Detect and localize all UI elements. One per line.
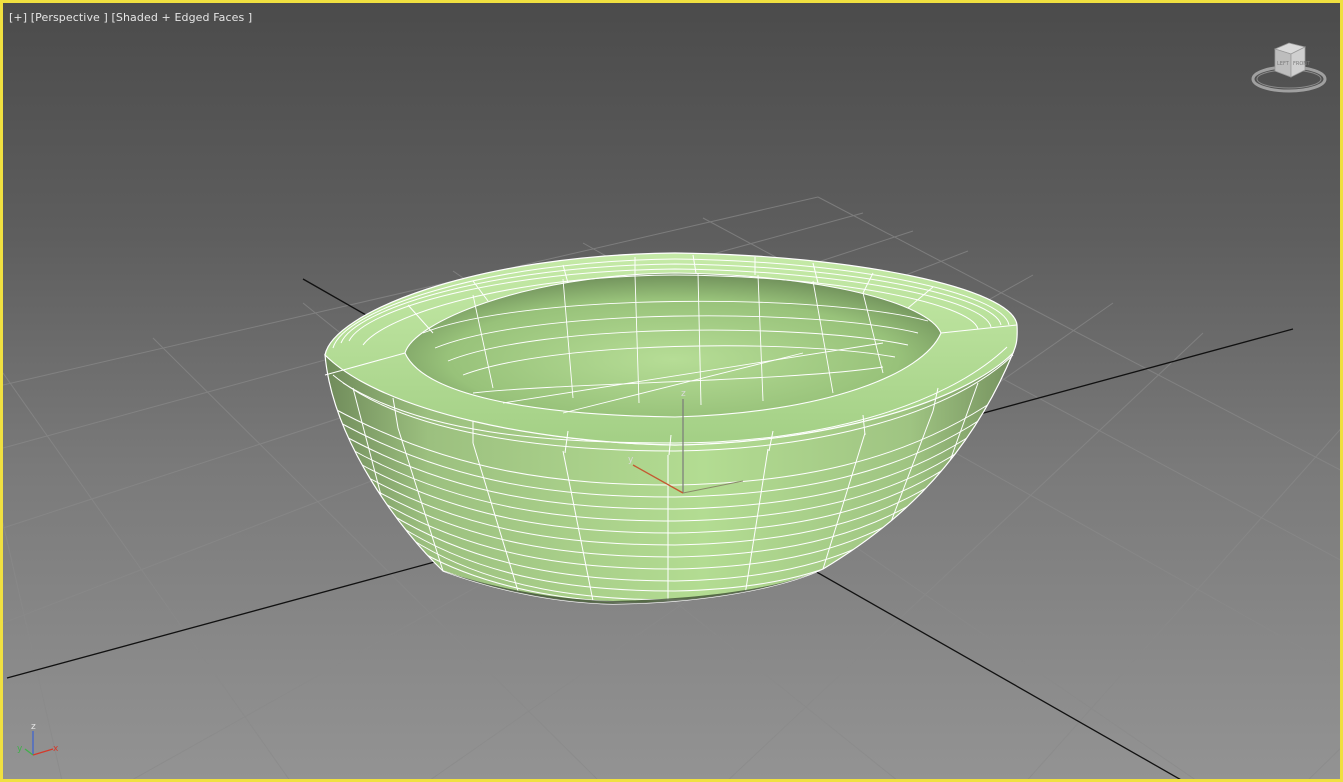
viewcube-icon[interactable]: LEFT FRONT: [1251, 41, 1327, 97]
perspective-viewport[interactable]: z y [+] [Perspective ] [Shaded + Edged F…: [0, 0, 1343, 782]
tripod-y-axis: [24, 748, 34, 756]
viewport-view-menu[interactable]: [Perspective ]: [31, 11, 108, 24]
tripod-y-label: y: [17, 744, 23, 754]
gizmo-y-label: y: [628, 455, 634, 465]
gizmo-z-label: z: [681, 389, 686, 399]
viewport-shading-menu[interactable]: [Shaded + Edged Faces ]: [112, 11, 253, 24]
tripod-z-label: z: [31, 722, 36, 732]
viewcube-front-label: FRONT: [1293, 61, 1311, 67]
tripod-x-label: x: [53, 744, 59, 754]
axis-tripod-icon: z x y: [17, 722, 59, 756]
scene-canvas[interactable]: z y: [3, 3, 1343, 782]
viewport-plus-menu[interactable]: [+]: [9, 11, 27, 24]
viewcube-left-label: LEFT: [1277, 61, 1290, 67]
tripod-x-axis: [32, 748, 54, 756]
viewport-label-menu: [+] [Perspective ] [Shaded + Edged Faces…: [9, 11, 252, 24]
